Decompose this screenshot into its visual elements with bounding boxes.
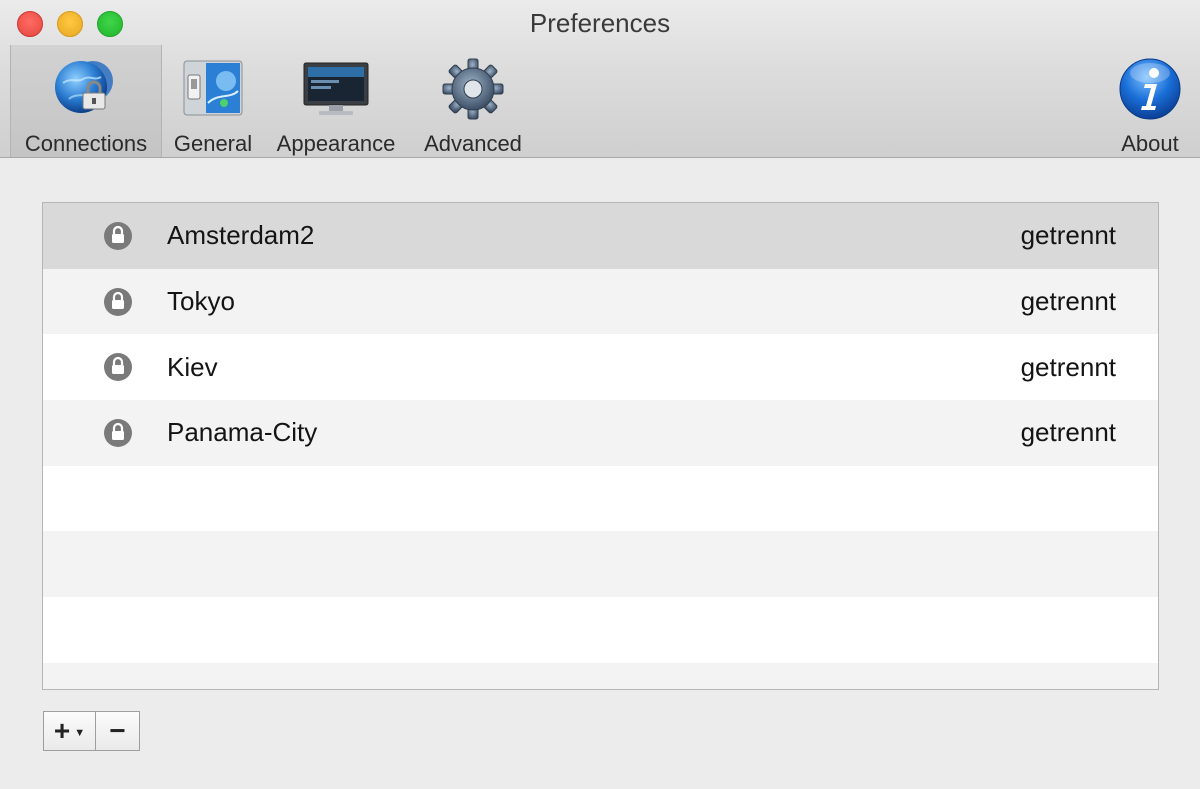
- tab-about[interactable]: About: [1108, 45, 1192, 157]
- monitor-icon: [303, 62, 369, 115]
- remove-connection-button[interactable]: −: [96, 712, 139, 750]
- preferences-window: Preferences Connections General Appearan…: [0, 0, 1200, 789]
- connection-status: getrennt: [1020, 220, 1116, 251]
- connection-status: getrennt: [1020, 417, 1116, 448]
- add-connection-button[interactable]: + ▼: [44, 712, 96, 750]
- switch-panel-icon: [183, 60, 243, 116]
- tab-general[interactable]: General: [167, 45, 259, 157]
- lock-icon: [104, 418, 132, 447]
- connection-status: getrennt: [1020, 351, 1116, 382]
- tab-connections-label: Connections: [24, 131, 148, 156]
- table-row[interactable]: Tokyo getrennt: [43, 268, 1158, 335]
- tab-advanced[interactable]: Advanced: [414, 45, 532, 157]
- empty-row: [43, 531, 1158, 598]
- table-row[interactable]: Amsterdam2 getrennt: [43, 203, 1158, 269]
- lock-icon: [104, 221, 132, 250]
- tab-general-label: General: [173, 131, 253, 156]
- tab-appearance-label: Appearance: [276, 131, 396, 156]
- empty-row: [43, 597, 1158, 663]
- lock-icon: [104, 287, 132, 316]
- lock-icon: [104, 353, 132, 382]
- connections-table[interactable]: Amsterdam2 getrennt Tokyo getrennt Kiev …: [42, 202, 1159, 690]
- window-title: Preferences: [529, 8, 671, 38]
- tab-connections[interactable]: Connections: [10, 45, 162, 157]
- tab-advanced-label: Advanced: [424, 131, 522, 156]
- empty-row: [43, 465, 1158, 532]
- connection-name: Panama-City: [167, 417, 318, 448]
- connection-name: Kiev: [167, 351, 218, 382]
- gear-icon: [442, 58, 504, 120]
- tab-about-label: About: [1121, 131, 1179, 156]
- info-icon: [1119, 58, 1181, 120]
- globe-lock-icon: [55, 61, 113, 113]
- add-remove-controls: + ▼ −: [43, 711, 140, 751]
- tab-appearance[interactable]: Appearance: [268, 45, 404, 157]
- connection-name: Tokyo: [167, 286, 235, 317]
- plus-icon: +: [53, 715, 71, 746]
- connection-status: getrennt: [1020, 286, 1116, 317]
- chevron-down-icon: ▼: [74, 727, 86, 739]
- minus-icon: −: [109, 715, 126, 746]
- empty-row: [43, 662, 1158, 689]
- toolbar: Preferences Connections General Appearan…: [0, 0, 1200, 158]
- table-row[interactable]: Kiev getrennt: [43, 334, 1158, 401]
- table-row[interactable]: Panama-City getrennt: [43, 400, 1158, 466]
- connection-name: Amsterdam2: [167, 220, 315, 251]
